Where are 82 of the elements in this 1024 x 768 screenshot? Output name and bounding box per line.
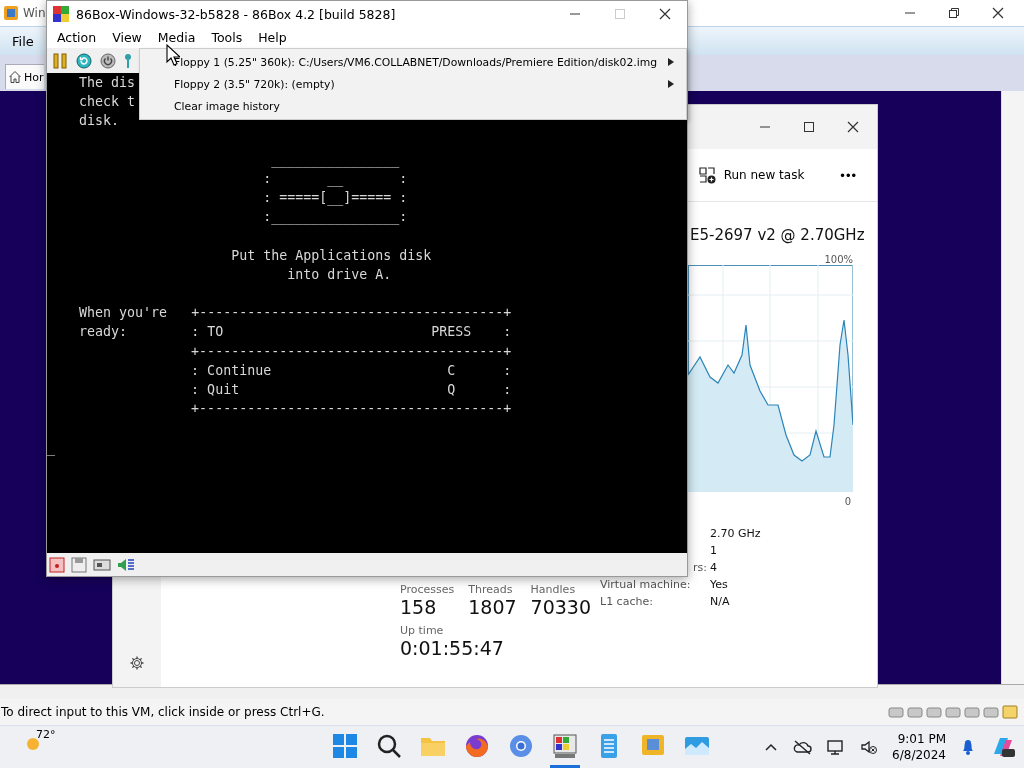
stat-label: Up time [400, 624, 445, 637]
window-title: 86Box-Windows-32-b5828 - 86Box 4.2 [build 5828] [76, 6, 396, 22]
stat-value: 0:01:55:47 [400, 637, 505, 659]
axis-label: 100% [824, 254, 853, 265]
menu-item[interactable]: Tools [203, 30, 251, 45]
app-icon [3, 5, 19, 21]
screen-text: : Continue [191, 362, 272, 378]
menu-item[interactable]: Media [149, 30, 204, 45]
screen-text: C [447, 362, 456, 378]
home-icon [8, 70, 22, 84]
screen-text: into drive A. [287, 266, 392, 282]
cpu-name: E5-2697 v2 @ 2.70GHz [690, 226, 865, 244]
spec-label: L1 cache: [600, 595, 654, 608]
settings-icon[interactable] [129, 655, 145, 671]
floppy-icon[interactable] [49, 556, 65, 573]
screen-text: PRESS [431, 324, 472, 340]
reset-icon[interactable] [76, 52, 92, 69]
speaker-icon[interactable] [117, 556, 135, 573]
screen-text: : [399, 170, 408, 186]
temperature: 72° [36, 728, 56, 741]
spec-value: 4 [710, 561, 718, 574]
menu-item[interactable]: View [104, 30, 150, 45]
screen-text: : [503, 324, 512, 340]
screen-text: :________________: [263, 209, 408, 225]
stat-value: 158 [400, 596, 438, 618]
screen-text: +--------------------------------------+ [191, 343, 512, 359]
power-icon[interactable] [100, 52, 116, 69]
speaker-muted-icon[interactable] [860, 739, 879, 755]
spec-label: Virtual machine: [600, 578, 692, 591]
menu-item[interactable]: Floppy 2 (3.5" 720k): (empty) [140, 73, 686, 95]
stat-label: Threads [468, 583, 514, 596]
more-button[interactable]: ••• [836, 163, 861, 187]
screen-text: disk. [79, 113, 120, 129]
screen-text: : TO [191, 324, 224, 340]
screen-text: +--------------------------------------+ [191, 305, 512, 321]
close-button[interactable] [659, 8, 671, 20]
screen-text: : [263, 170, 272, 186]
screen-text: The dis [79, 75, 136, 90]
spec-value: 2.70 GHz [710, 527, 762, 540]
menu-item[interactable]: File [12, 33, 34, 49]
screen-text: +--------------------------------------+ [191, 401, 512, 417]
window-title: Win [23, 6, 46, 20]
screen-text: : Quit [191, 382, 240, 397]
screen-text: check t [79, 94, 136, 110]
new-task-icon [697, 166, 716, 184]
screen-text: : [503, 362, 512, 378]
run-new-task-button[interactable]: Run new task [693, 162, 809, 188]
stat-label: Processes [400, 583, 455, 596]
screen-text: ready: [79, 324, 128, 340]
clock[interactable]: 9:01 PM 6/8/2024 [892, 731, 946, 763]
stat-value: 1807 [468, 596, 517, 618]
menu-item[interactable]: Help [250, 30, 295, 45]
screen-text: Put the Applications disk [231, 247, 432, 263]
restore-button[interactable] [948, 7, 960, 19]
network-card-icon[interactable] [93, 556, 111, 573]
spec-value: 1 [710, 544, 718, 557]
spec-value: N/A [710, 595, 731, 608]
stat-value: 70330 [530, 596, 592, 618]
tool-icon[interactable] [124, 52, 132, 69]
screen-text: : [503, 382, 512, 397]
screen-text: __ [327, 170, 344, 186]
screen-text: When you're [79, 305, 168, 321]
spec-value: Yes [710, 578, 729, 591]
menu-item[interactable]: Action [49, 30, 105, 45]
screen-text: _ [47, 439, 55, 455]
screen-text: : =====[__]===== : [263, 190, 408, 206]
close-button[interactable] [992, 7, 1004, 19]
screen-text: ________________ [271, 151, 400, 167]
axis-label: 0 [844, 495, 851, 507]
floppy-icon[interactable] [71, 556, 87, 573]
close-button[interactable] [847, 121, 859, 133]
status-text: To direct input to this VM, click inside or press Ctrl+G. [1, 705, 325, 719]
pause-icon[interactable] [52, 52, 68, 69]
tab[interactable]: Hor [5, 64, 44, 89]
bell-icon[interactable] [960, 738, 976, 756]
app-icon [53, 6, 69, 22]
maximize-button[interactable] [803, 121, 815, 133]
spec-label: rs: [692, 561, 708, 574]
cloud-off-icon[interactable] [792, 739, 813, 755]
menu-item[interactable]: Clear image history [140, 95, 686, 117]
stat-label: Handles [530, 583, 577, 596]
screen-text: Q [447, 382, 456, 397]
